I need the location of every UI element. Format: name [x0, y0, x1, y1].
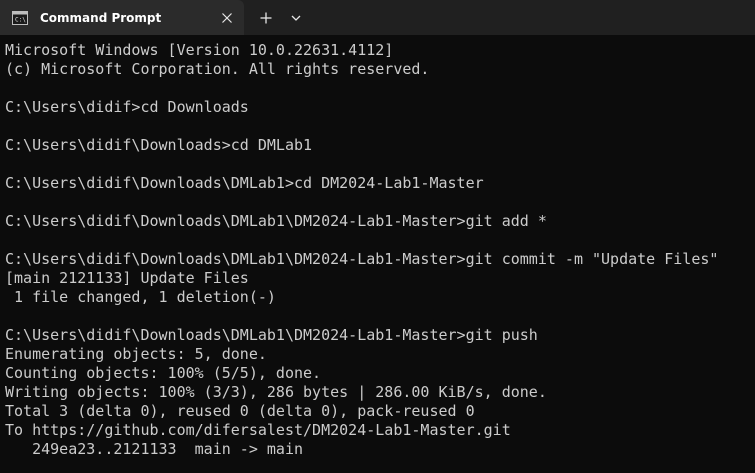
- plus-icon[interactable]: [254, 6, 278, 30]
- terminal-line: 249ea23..2121133 main -> main: [5, 440, 304, 458]
- terminal-line: (c) Microsoft Corporation. All rights re…: [5, 60, 430, 78]
- command-prompt-icon: C:\: [12, 10, 28, 25]
- chevron-down-icon[interactable]: [284, 6, 308, 30]
- terminal-line: To https://github.com/difersalest/DM2024…: [5, 421, 511, 439]
- close-icon[interactable]: [218, 9, 236, 27]
- tab-bar: C:\ Command Prompt: [0, 0, 755, 35]
- terminal-line: C:\Users\didif>cd Downloads: [5, 98, 249, 116]
- terminal-line: C:\Users\didif\Downloads\DMLab1\DM2024-L…: [5, 326, 538, 344]
- terminal-line: C:\Users\didif\Downloads\DMLab1\DM2024-L…: [5, 212, 547, 230]
- terminal-line: Writing objects: 100% (3/3), 286 bytes |…: [5, 383, 547, 401]
- tab-command-prompt[interactable]: C:\ Command Prompt: [0, 0, 244, 35]
- terminal-line: Total 3 (delta 0), reused 0 (delta 0), p…: [5, 402, 475, 420]
- terminal-line: Microsoft Windows [Version 10.0.22631.41…: [5, 41, 394, 59]
- terminal-line: 1 file changed, 1 deletion(-): [5, 288, 276, 306]
- svg-text:C:\: C:\: [15, 17, 26, 24]
- tab-title: Command Prompt: [40, 11, 162, 25]
- terminal-line: Enumerating objects: 5, done.: [5, 345, 267, 363]
- terminal-line: [main 2121133] Update Files: [5, 269, 249, 287]
- terminal-line: C:\Users\didif\Downloads\DMLab1\DM2024-L…: [5, 250, 719, 268]
- terminal-output[interactable]: Microsoft Windows [Version 10.0.22631.41…: [5, 41, 750, 469]
- command-prompt-window: C:\ Command Prompt Microsoft Windows [Ve…: [0, 0, 755, 473]
- terminal-line: Counting objects: 100% (5/5), done.: [5, 364, 322, 382]
- terminal-line: C:\Users\didif\Downloads\DMLab1>cd DM202…: [5, 174, 484, 192]
- terminal-line: C:\Users\didif\Downloads>cd DMLab1: [5, 136, 313, 154]
